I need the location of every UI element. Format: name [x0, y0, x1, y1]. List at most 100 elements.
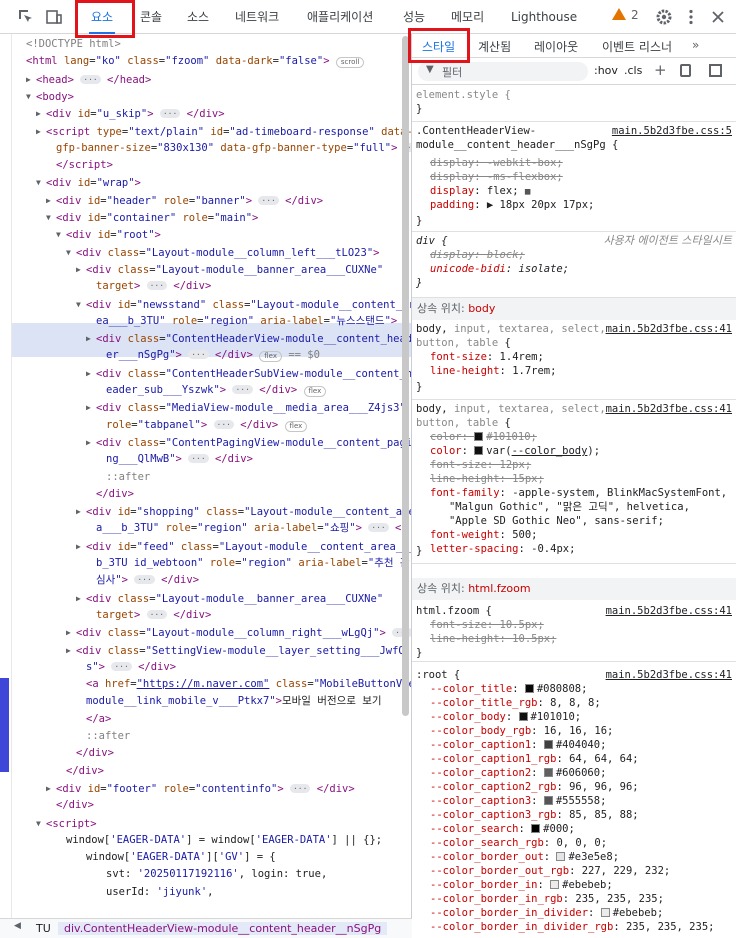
user-agent-rule[interactable]: div { 사용자 에이전트 스타일시트 display: block; unic…	[412, 232, 736, 298]
cls-toggle[interactable]: .cls	[624, 64, 642, 77]
tab-computed[interactable]: 계산됨	[478, 38, 511, 55]
settings-gear-icon[interactable]	[654, 7, 674, 27]
dom-node-line[interactable]: ▶ <div id="shopping" class="Layout-module…	[76, 503, 412, 520]
expand-toggle-icon[interactable]: ▶	[86, 399, 96, 416]
expand-toggle-icon[interactable]: ▶	[36, 123, 46, 140]
dom-node-line[interactable]: ▼ <body>	[26, 88, 74, 105]
dom-node-line[interactable]: b_3TU id_webtoon" role="region" aria-lab…	[86, 555, 410, 572]
css-variable[interactable]: --color_border_in_divider_rgb: 235, 235,…	[430, 920, 714, 934]
css-variable[interactable]: --color_search_rgb: 0, 0, 0;	[430, 836, 607, 850]
dom-node-line[interactable]: <a href="https://m.naver.com" class="Mob…	[76, 676, 412, 693]
dom-node-line[interactable]: ▼ <div class="Layout-module__column_left_…	[66, 244, 379, 261]
dom-node-line[interactable]: <!DOCTYPE html>	[16, 36, 121, 53]
expand-toggle-icon[interactable]: ▶	[66, 624, 76, 641]
tab-console[interactable]: 콘솔	[140, 0, 162, 34]
rule-source-link[interactable]: main.5b2d3fbe.css:41	[606, 402, 732, 416]
toggle-sidebar-icon[interactable]	[709, 64, 722, 77]
dom-node-line[interactable]: role="tabpanel"> ··· </div> flex	[96, 417, 308, 434]
css-variable[interactable]: --color_caption3: #555558;	[430, 794, 606, 808]
tab-event-listeners[interactable]: 이벤트 리스너	[602, 38, 672, 55]
dom-node-line[interactable]: ▼ <script>	[36, 815, 97, 832]
dom-node-line[interactable]: ▼ <div id="wrap">	[36, 174, 141, 191]
breadcrumb-item[interactable]: TU	[36, 922, 51, 935]
css-variable[interactable]: --color_caption1: #404040;	[430, 738, 606, 752]
css-property[interactable]: font-size: 10.5px;	[430, 618, 544, 632]
dom-node-line[interactable]: </div>	[46, 797, 94, 814]
dom-node-line[interactable]: ::after	[76, 728, 130, 745]
css-property[interactable]: font-size: 1.4rem;	[430, 350, 544, 364]
dom-node-line[interactable]: </div>	[56, 763, 104, 780]
dom-node-line[interactable]: ▶ <div class="ContentPagingView-module__c…	[86, 434, 412, 451]
expand-toggle-icon[interactable]: ▶	[76, 261, 86, 278]
expand-toggle-icon[interactable]: ▶	[26, 71, 36, 88]
css-variable[interactable]: --color_border_in: #ebebeb;	[430, 878, 613, 892]
tab-sources[interactable]: 소스	[187, 0, 209, 34]
rule-source-link[interactable]: main.5b2d3fbe.css:41	[606, 668, 732, 682]
css-property[interactable]: line-height: 1.7rem;	[430, 364, 556, 378]
style-rule-html-fzoom[interactable]: html.fzoom { main.5b2d3fbe.css:41 font-s…	[412, 600, 736, 662]
tab-layout[interactable]: 레이아웃	[534, 38, 578, 55]
dom-node-line[interactable]: ▶ <head> ··· </head>	[26, 71, 151, 88]
dom-node-line[interactable]: ▶ <div id="feed" class="Layout-module__co…	[76, 538, 412, 555]
dom-node-line[interactable]: window['EAGER-DATA'] = window['EAGER-DAT…	[56, 832, 382, 849]
dom-node-line[interactable]: ▶ <div class="ContentHeaderView-module__c…	[86, 330, 412, 347]
css-property[interactable]: padding: ▶ 18px 20px 17px;	[430, 198, 594, 212]
scroll-left-icon[interactable]: ◀	[14, 921, 21, 931]
dom-node-line[interactable]: ▶ <div id="u_skip"> ··· </div>	[36, 105, 225, 122]
css-variable[interactable]: --color_body: #101010;	[430, 710, 581, 724]
expand-toggle-icon[interactable]: ▼	[46, 209, 56, 226]
css-property[interactable]: letter-spacing: -0.4px;	[430, 542, 575, 556]
css-variable[interactable]: --color_border_out: #e3e5e8;	[430, 850, 619, 864]
css-variable[interactable]: --color_body_rgb: 16, 16, 16;	[430, 724, 613, 738]
inspect-element-icon[interactable]	[16, 7, 36, 27]
css-variable[interactable]: --color_caption3_rgb: 85, 85, 88;	[430, 808, 639, 822]
expand-toggle-icon[interactable]: ▼	[66, 244, 76, 261]
more-options-icon[interactable]	[681, 7, 701, 27]
dom-node-line[interactable]: ▶ <div class="Layout-module__banner_area_…	[76, 261, 383, 278]
expand-toggle-icon[interactable]: ▶	[86, 330, 96, 347]
dom-node-line[interactable]: target> ··· </div>	[86, 278, 211, 295]
dom-node-line[interactable]: ▼ <div id="newsstand" class="Layout-modul…	[76, 296, 412, 313]
dom-node-line[interactable]: module__link_mobile_v___Ptkx7">모바일 버전으로 …	[76, 693, 382, 710]
rule-source-link[interactable]: main.5b2d3fbe.css:41	[606, 604, 732, 618]
dom-node-line[interactable]: target> ··· </div>	[86, 607, 211, 624]
dom-node-line[interactable]: </script>	[46, 157, 113, 174]
expand-toggle-icon[interactable]: ▶	[76, 538, 86, 555]
expand-toggle-icon[interactable]: ▶	[76, 503, 86, 520]
warnings-counter[interactable]: 2	[612, 8, 639, 22]
expand-toggle-icon[interactable]: ▶	[36, 105, 46, 122]
css-property[interactable]: "Malgun Gothic", "맑은 고딕", helvetica,	[430, 500, 690, 514]
css-property[interactable]: display: -webkit-box;	[430, 156, 563, 170]
tab-elements[interactable]: 요소	[88, 0, 116, 34]
dom-node-line[interactable]: ng___QlMwB"> ··· </div>	[96, 451, 253, 468]
style-rule-content-header[interactable]: .ContentHeaderView- main.5b2d3fbe.css:5 …	[412, 122, 736, 232]
css-property[interactable]: unicode-bidi: isolate;	[430, 262, 569, 276]
dom-node-line[interactable]: ▶ <div class="SettingView-module__layer_s…	[66, 642, 405, 659]
css-property[interactable]: display: block;	[430, 248, 525, 262]
dom-node-line[interactable]: 심사"> ··· </div>	[86, 572, 199, 589]
dom-node-line[interactable]: ▶ <div class="Layout-module__banner_area_…	[76, 590, 383, 607]
breadcrumb-item-selected[interactable]: div.ContentHeaderView-module__content_he…	[58, 922, 388, 935]
css-property[interactable]: font-family: -apple-system, BlinkMacSyst…	[430, 486, 727, 500]
element-style-rule[interactable]: element.style { }	[412, 86, 736, 122]
css-property[interactable]: display: -ms-flexbox;	[430, 170, 563, 184]
dom-node-line[interactable]: s"> ··· </div>	[76, 659, 176, 676]
dom-node-line[interactable]: ▶ <div class="Layout-module__column_right…	[66, 624, 412, 641]
css-variable[interactable]: --color_search: #000;	[430, 822, 575, 836]
dom-node-line[interactable]: svt: '20250117192116', login: true,	[96, 866, 327, 883]
dom-node-line[interactable]: ▼ <div id="container" role="main">	[46, 209, 258, 226]
tab-memory[interactable]: 메모리	[451, 0, 484, 34]
expand-toggle-icon[interactable]: ▼	[56, 226, 66, 243]
css-property[interactable]: display: flex; ▦	[430, 184, 530, 199]
css-variable[interactable]: --color_caption2_rgb: 96, 96, 96;	[430, 780, 639, 794]
dom-node-line[interactable]: ▶ <script type="text/plain" id="ad-timebo…	[36, 123, 412, 140]
css-property[interactable]: "Apple SD Gothic Neo", sans-serif;	[430, 514, 664, 528]
tab-performance[interactable]: 성능	[403, 0, 425, 34]
css-variable[interactable]: --color_border_in_divider: #ebebeb;	[430, 906, 663, 920]
elements-scrollbar[interactable]	[402, 36, 409, 716]
css-variable[interactable]: --color_title: #080808;	[430, 682, 587, 696]
expand-toggle-icon[interactable]: ▶	[66, 642, 76, 659]
tab-network[interactable]: 네트워크	[235, 0, 279, 34]
expand-toggle-icon[interactable]: ▼	[26, 88, 36, 105]
expand-toggle-icon[interactable]: ▶	[46, 780, 56, 797]
